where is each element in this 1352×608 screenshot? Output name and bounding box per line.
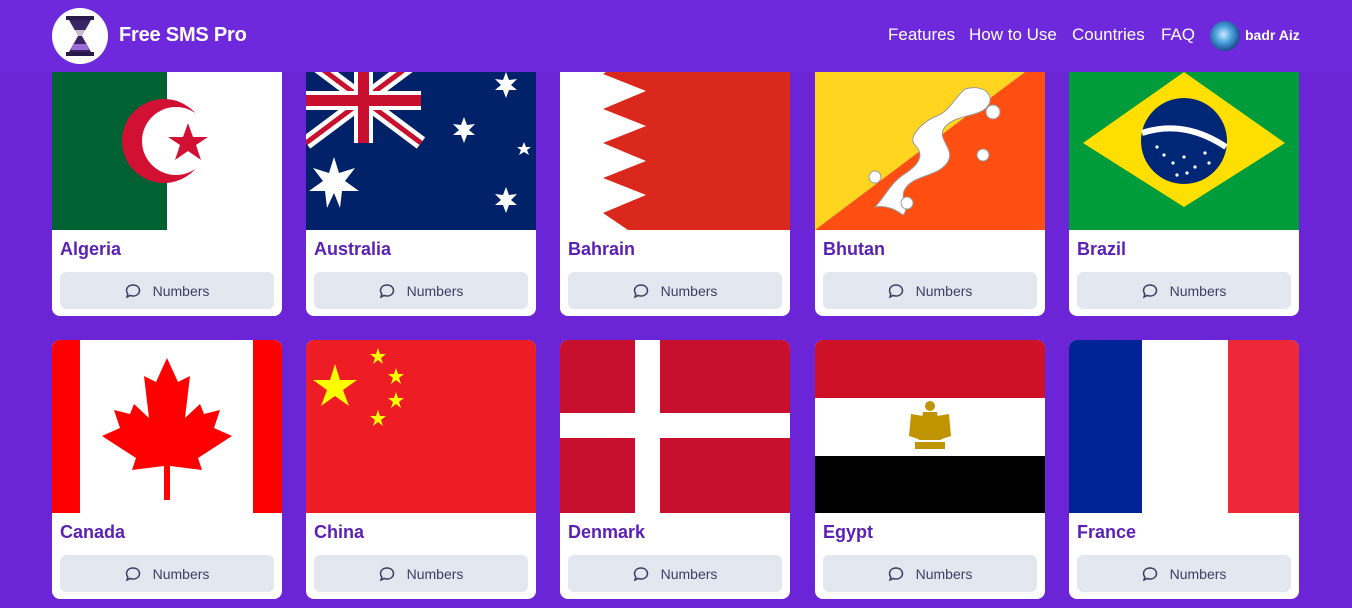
- nav-faq[interactable]: FAQ: [1161, 25, 1195, 45]
- country-name: Brazil: [1077, 239, 1127, 259]
- chat-bubble-icon: [888, 566, 903, 581]
- flag-bahrain-icon: [560, 57, 790, 230]
- numbers-label: Numbers: [406, 282, 464, 299]
- flag-france-icon: [1069, 340, 1299, 513]
- flag-brazil-icon: [1069, 57, 1299, 230]
- chat-bubble-icon: [379, 283, 394, 298]
- chat-bubble-icon: [633, 566, 648, 581]
- country-card-brazil[interactable]: Brazil Numbers: [1069, 57, 1299, 316]
- country-name: Denmark: [568, 522, 646, 542]
- numbers-label: Numbers: [660, 282, 718, 299]
- flag-egypt-icon: [815, 340, 1045, 513]
- numbers-label: Numbers: [406, 565, 464, 582]
- numbers-label: Numbers: [915, 565, 973, 582]
- country-name: Algeria: [60, 239, 122, 259]
- country-card-canada[interactable]: Canada Numbers: [52, 340, 282, 599]
- nav-how-to-use[interactable]: How to Use: [969, 25, 1057, 45]
- flag-denmark-icon: [560, 340, 790, 513]
- country-card-algeria[interactable]: Algeria Numbers: [52, 57, 282, 316]
- nav-features[interactable]: Features: [888, 25, 955, 45]
- country-card-bhutan[interactable]: Bhutan Numbers: [815, 57, 1045, 316]
- country-name: Egypt: [823, 522, 874, 542]
- flag-china-icon: [306, 340, 536, 513]
- country-card-australia[interactable]: Australia Numbers: [306, 57, 536, 316]
- brand-title[interactable]: Free SMS Pro: [119, 24, 247, 47]
- flag-australia-icon: [306, 57, 536, 230]
- chat-bubble-icon: [125, 566, 140, 581]
- numbers-label: Numbers: [152, 565, 210, 582]
- numbers-button[interactable]: Numbers: [314, 272, 528, 309]
- country-card-bahrain[interactable]: Bahrain Numbers: [560, 57, 790, 316]
- country-card-china[interactable]: China Numbers: [306, 340, 536, 599]
- chat-bubble-icon: [125, 283, 140, 298]
- numbers-button[interactable]: Numbers: [60, 272, 274, 309]
- country-name: Bhutan: [823, 239, 885, 259]
- flag-bhutan-icon: [815, 57, 1045, 230]
- numbers-button[interactable]: Numbers: [314, 555, 528, 592]
- country-name: Bahrain: [568, 239, 636, 259]
- numbers-label: Numbers: [152, 282, 210, 299]
- chat-bubble-icon: [633, 283, 648, 298]
- nav-countries[interactable]: Countries: [1072, 25, 1145, 45]
- flag-canada-icon: [52, 340, 282, 513]
- top-navbar: Free SMS Pro Features How to Use Countri…: [0, 0, 1352, 72]
- country-name: Australia: [314, 239, 392, 259]
- country-card-denmark[interactable]: Denmark Numbers: [560, 340, 790, 599]
- flag-algeria-icon: [52, 57, 282, 230]
- numbers-label: Numbers: [915, 282, 973, 299]
- country-card-france[interactable]: France Numbers: [1069, 340, 1299, 599]
- chat-bubble-icon: [379, 566, 394, 581]
- user-avatar[interactable]: [1210, 21, 1240, 51]
- numbers-label: Numbers: [1169, 282, 1227, 299]
- numbers-button[interactable]: Numbers: [1077, 555, 1291, 592]
- country-name: China: [314, 522, 365, 542]
- numbers-button[interactable]: Numbers: [823, 555, 1037, 592]
- numbers-button[interactable]: Numbers: [568, 555, 782, 592]
- chat-bubble-icon: [888, 283, 903, 298]
- numbers-button[interactable]: Numbers: [60, 555, 274, 592]
- country-name: France: [1077, 522, 1137, 542]
- numbers-label: Numbers: [660, 565, 718, 582]
- user-name[interactable]: badr Aiz: [1245, 27, 1300, 43]
- numbers-button[interactable]: Numbers: [1077, 272, 1291, 309]
- chat-bubble-icon: [1142, 283, 1157, 298]
- country-name: Canada: [60, 522, 126, 542]
- numbers-button[interactable]: Numbers: [568, 272, 782, 309]
- chat-bubble-icon: [1142, 566, 1157, 581]
- numbers-button[interactable]: Numbers: [823, 272, 1037, 309]
- hourglass-logo-icon[interactable]: [52, 8, 108, 64]
- country-card-egypt[interactable]: Egypt Numbers: [815, 340, 1045, 599]
- numbers-label: Numbers: [1169, 565, 1227, 582]
